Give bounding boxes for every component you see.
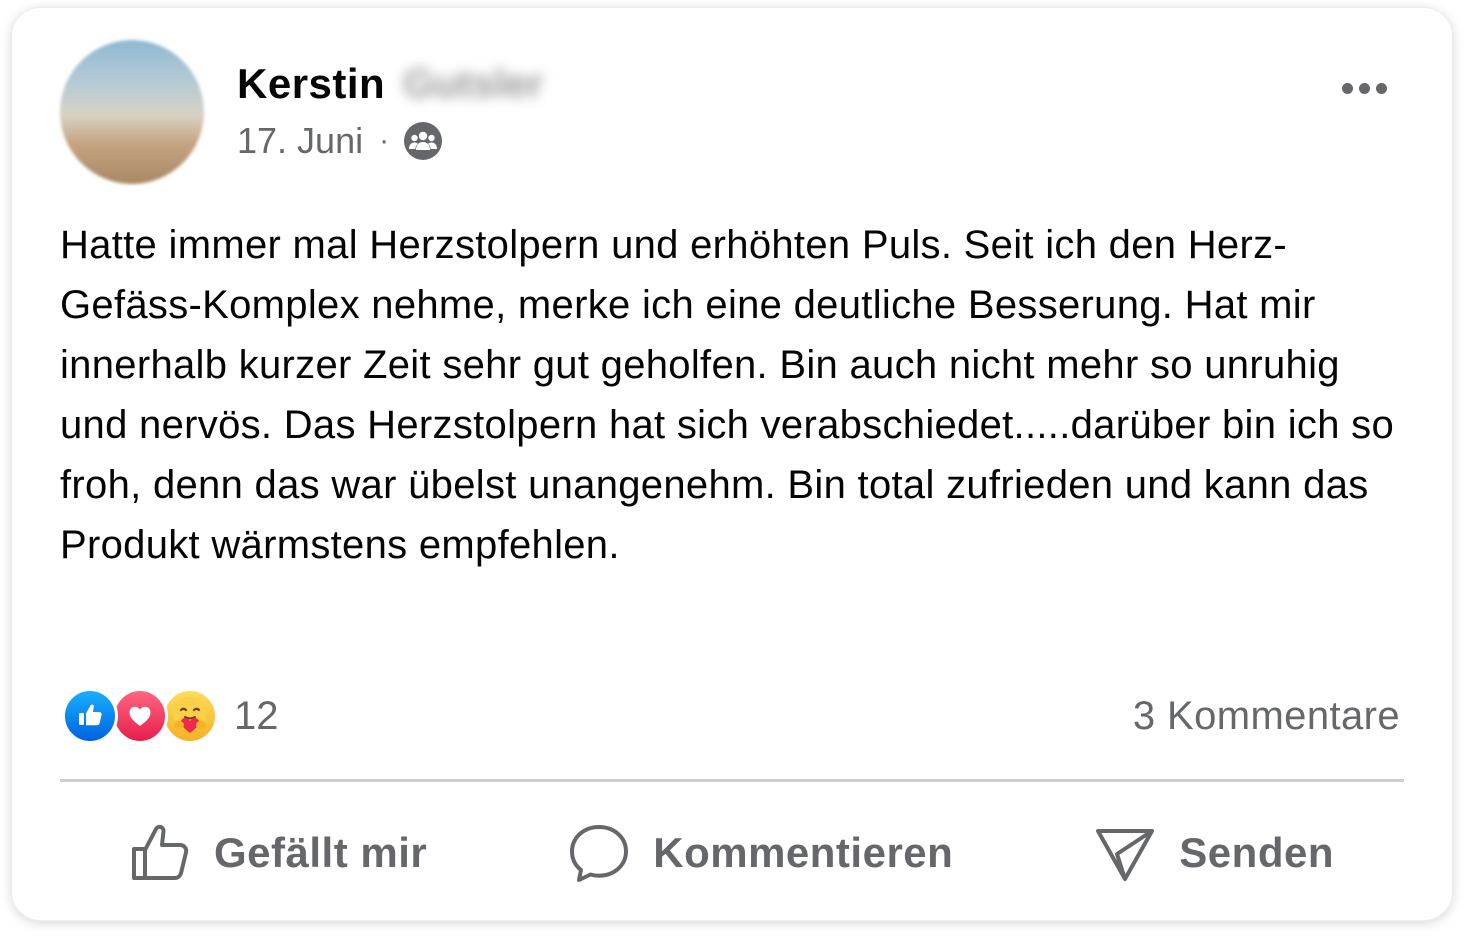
- more-horizontal-icon: [1341, 82, 1353, 94]
- comment-button-label: Kommentieren: [653, 829, 954, 876]
- action-bar: Gefällt mir Kommentieren Senden: [60, 798, 1404, 908]
- author-name-row: Kerstin Gutsler: [237, 56, 543, 112]
- more-horizontal-icon-dot: [1358, 82, 1370, 94]
- meta-separator: ·: [379, 124, 390, 157]
- post-text: Hatte immer mal Herzstolpern und erhöhte…: [60, 223, 1394, 567]
- divider: [60, 779, 1404, 782]
- author-name[interactable]: Kerstin: [237, 60, 385, 108]
- avatar[interactable]: [60, 40, 204, 184]
- thumbs-up-icon: [132, 824, 189, 880]
- reaction-count[interactable]: 12: [234, 694, 279, 739]
- post-date[interactable]: 17. Juni: [237, 120, 363, 162]
- author-last-name-blurred: Gutsler: [403, 61, 544, 106]
- comment-button[interactable]: Kommentieren: [567, 821, 953, 885]
- send-button[interactable]: Senden: [1093, 821, 1334, 885]
- reactions-summary[interactable]: 12: [62, 686, 279, 746]
- post-meta: 17. Juni ·: [237, 118, 443, 164]
- group-icon[interactable]: [403, 121, 443, 161]
- send-button-label: Senden: [1179, 829, 1334, 876]
- more-options-button[interactable]: [1332, 68, 1396, 108]
- comments-count-link[interactable]: 3 Kommentare: [1133, 690, 1400, 742]
- send-icon: [1096, 829, 1155, 881]
- like-reaction-icon: [62, 688, 118, 744]
- care-reaction-icon: [162, 688, 218, 744]
- comment-bubble-icon: [570, 825, 629, 882]
- love-reaction-icon: [112, 688, 168, 744]
- more-horizontal-icon-dot: [1375, 82, 1387, 94]
- like-button[interactable]: Gefällt mir: [128, 821, 427, 885]
- like-button-label: Gefällt mir: [214, 829, 428, 876]
- post-card: Kerstin Gutsler 17. Juni · Hatte immer m…: [12, 8, 1452, 920]
